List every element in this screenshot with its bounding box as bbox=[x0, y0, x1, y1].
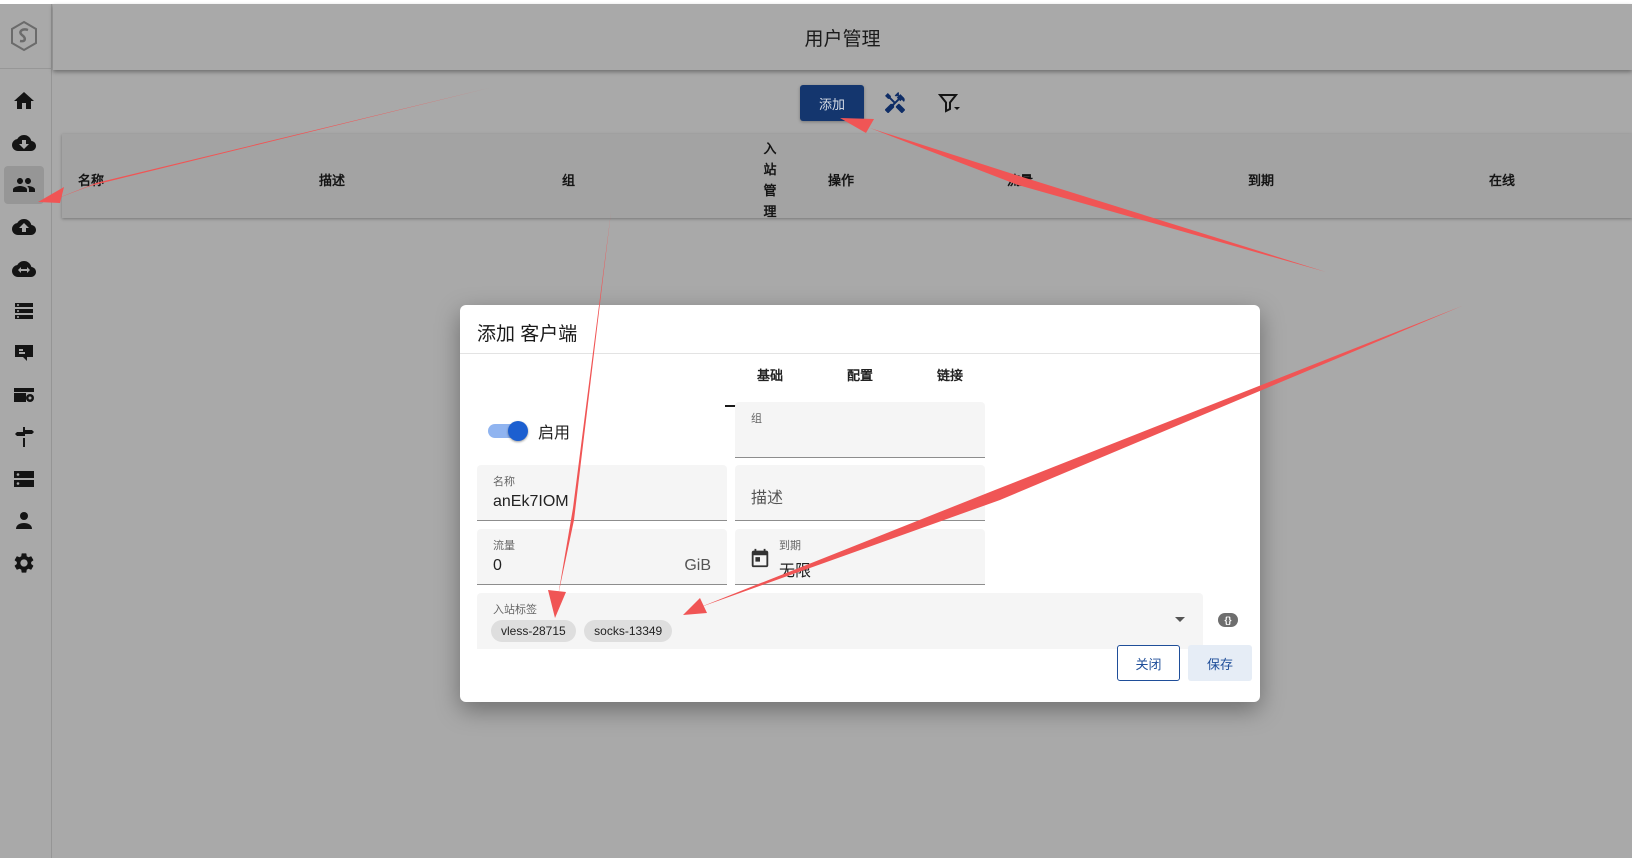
cloud-upload-icon bbox=[12, 219, 36, 235]
expiry-value: 无限 bbox=[779, 563, 812, 580]
column-header-inbound[interactable]: 入 站 管 理 bbox=[762, 138, 778, 222]
column-header-inbound-char: 站 bbox=[763, 162, 777, 177]
sidebar-item-upload[interactable] bbox=[4, 208, 44, 246]
app-header: 用户管理 bbox=[53, 4, 1632, 70]
inbound-tags-field[interactable]: 入站标签 vless-28715 socks-13349 bbox=[477, 593, 1203, 649]
save-button[interactable]: 保存 bbox=[1188, 645, 1252, 681]
filter-button[interactable] bbox=[935, 89, 963, 117]
name-value: anEk7IOM bbox=[493, 493, 569, 510]
dropdown-arrow-icon[interactable] bbox=[1175, 617, 1185, 622]
sidebar-item-inbound[interactable] bbox=[4, 334, 44, 372]
dialog-divider bbox=[460, 353, 1260, 354]
tab-config[interactable]: 配置 bbox=[815, 363, 905, 407]
storage-icon bbox=[14, 471, 34, 487]
column-header-inbound-char: 入 bbox=[763, 141, 777, 156]
expiry-field[interactable]: 到期 无限 bbox=[735, 529, 985, 585]
wrench-icon bbox=[885, 92, 905, 114]
inbound-icon bbox=[15, 345, 33, 361]
description-field[interactable]: 描述 bbox=[735, 465, 985, 521]
name-field[interactable]: 名称 anEk7IOM bbox=[477, 465, 727, 521]
inbound-tags-chips: vless-28715 socks-13349 bbox=[491, 620, 676, 642]
enable-label: 启用 bbox=[538, 425, 571, 442]
signpost-icon bbox=[15, 427, 34, 447]
column-header-online[interactable]: 在线 bbox=[1489, 170, 1515, 189]
home-icon bbox=[14, 92, 34, 109]
json-toggle-icon[interactable]: {} bbox=[1218, 613, 1238, 627]
sidebar-item-storage[interactable] bbox=[4, 460, 44, 498]
inbound-tags-label: 入站标签 bbox=[493, 604, 537, 616]
column-header-group[interactable]: 组 bbox=[562, 170, 575, 189]
sidebar-item-settings[interactable] bbox=[4, 544, 44, 582]
group-label: 组 bbox=[751, 413, 762, 425]
column-header-inbound-char: 管 bbox=[763, 183, 777, 198]
column-header-expiry[interactable]: 到期 bbox=[1248, 170, 1274, 189]
tab-basic[interactable]: 基础 bbox=[725, 363, 815, 407]
sidebar-item-admin[interactable] bbox=[4, 502, 44, 540]
inbound-tag-chip[interactable]: socks-13349 bbox=[584, 620, 673, 642]
sidebar-item-routing[interactable] bbox=[4, 418, 44, 456]
toggle-track[interactable] bbox=[488, 421, 528, 441]
column-header-description[interactable]: 描述 bbox=[319, 170, 345, 189]
group-field[interactable]: 组 bbox=[735, 402, 985, 458]
cloud-download-icon bbox=[12, 135, 36, 151]
traffic-value: 0 bbox=[493, 557, 502, 574]
traffic-unit: GiB bbox=[684, 557, 711, 574]
tab-links[interactable]: 链接 bbox=[905, 363, 995, 407]
add-client-dialog: 添加 客户端 基础 配置 链接 启用 组 名称 anEk7IOM 描述 流量 0… bbox=[460, 305, 1260, 702]
expiry-label: 到期 bbox=[779, 540, 801, 552]
column-header-name[interactable]: 名称 bbox=[78, 170, 104, 189]
filter-icon bbox=[937, 94, 960, 113]
inbound-tag-chip[interactable]: vless-28715 bbox=[491, 620, 576, 642]
gear-icon bbox=[14, 553, 34, 573]
sidebar-item-users[interactable] bbox=[4, 166, 44, 204]
sidebar-item-sync[interactable] bbox=[4, 250, 44, 288]
toggle-thumb[interactable] bbox=[508, 421, 528, 441]
users-icon bbox=[13, 178, 35, 192]
close-button[interactable]: 关闭 bbox=[1117, 645, 1180, 681]
column-header-traffic[interactable]: 流量 bbox=[1007, 170, 1033, 189]
column-header-inbound-char: 理 bbox=[763, 204, 777, 219]
logo-icon[interactable] bbox=[8, 20, 40, 52]
sidebar-divider bbox=[0, 68, 52, 69]
enable-toggle[interactable]: 启用 bbox=[488, 419, 570, 443]
traffic-label: 流量 bbox=[493, 540, 515, 552]
dialog-title: 添加 客户端 bbox=[477, 324, 578, 345]
sidebar-item-config[interactable] bbox=[4, 376, 44, 414]
sidebar-item-servers[interactable] bbox=[4, 292, 44, 330]
cloud-sync-icon bbox=[12, 261, 36, 277]
page-title: 用户管理 bbox=[804, 29, 881, 50]
traffic-field[interactable]: 流量 0 GiB bbox=[477, 529, 727, 585]
sidebar-item-download[interactable] bbox=[4, 124, 44, 162]
add-client-button[interactable]: 添加 bbox=[800, 85, 864, 121]
tools-button[interactable] bbox=[881, 89, 909, 117]
settings-card-icon bbox=[14, 388, 34, 402]
name-label: 名称 bbox=[493, 476, 515, 488]
column-header-actions: 操作 bbox=[828, 173, 855, 188]
description-placeholder: 描述 bbox=[751, 490, 784, 507]
calendar-icon[interactable] bbox=[749, 547, 771, 569]
admin-icon bbox=[16, 512, 32, 529]
sidebar-item-home[interactable] bbox=[4, 82, 44, 120]
sidebar bbox=[0, 4, 52, 858]
clients-table-header: 名称 描述 组 入 站 管 理 操作 流量 到期 在线 bbox=[62, 134, 1632, 219]
server-list-icon bbox=[15, 303, 33, 319]
